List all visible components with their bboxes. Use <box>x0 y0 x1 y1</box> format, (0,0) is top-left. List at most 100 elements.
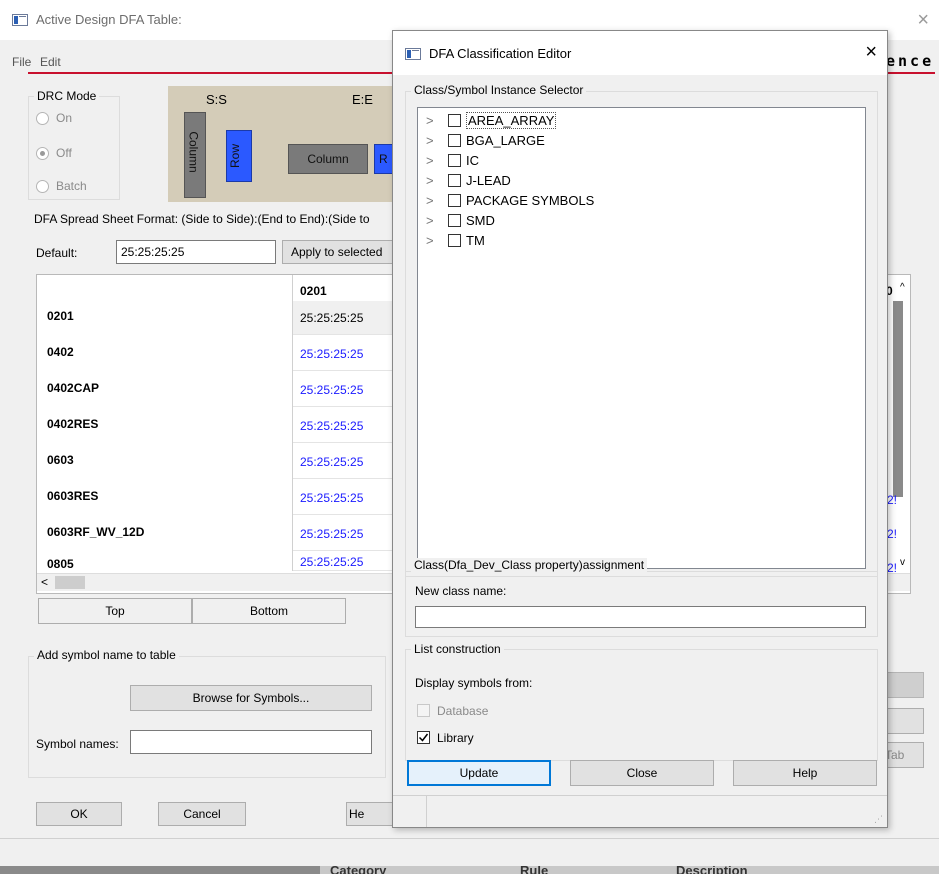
tree-item-ic[interactable]: > IC <box>426 150 479 170</box>
tree-item-bga-large[interactable]: > BGA_LARGE <box>426 130 545 150</box>
drc-batch-radio[interactable] <box>36 180 49 193</box>
help-button-partial[interactable]: He <box>346 802 396 826</box>
table-cell[interactable]: 25:25:25:25 <box>293 373 403 407</box>
tree-checkbox[interactable] <box>448 113 461 127</box>
tree-checkbox[interactable] <box>448 133 461 147</box>
class-symbol-tree: > AREA_ARRAY > BGA_LARGE > IC > J-LEAD > PACK… <box>417 107 866 569</box>
menu-file[interactable]: File <box>12 55 31 69</box>
library-label: Library <box>437 731 474 745</box>
main-close-icon[interactable]: × <box>917 9 929 32</box>
drc-on-radio[interactable] <box>36 112 49 125</box>
row-label-0402[interactable]: 0402 <box>47 345 74 359</box>
brand-logo-text: ence <box>886 52 935 70</box>
expand-chevron-icon[interactable]: > <box>426 213 440 228</box>
apply-to-selected-button[interactable]: Apply to selected <box>282 240 394 264</box>
spreadsheet-format-label: DFA Spread Sheet Format: (Side to Side):… <box>34 212 370 226</box>
tree-checkbox[interactable] <box>448 153 461 167</box>
tab-bottom[interactable]: Bottom <box>192 598 346 624</box>
default-spacing-input[interactable] <box>116 240 276 264</box>
preview-row-block: Row <box>226 130 252 182</box>
expand-chevron-icon[interactable]: > <box>426 133 440 148</box>
rules-header-strip: Category Rule Description <box>0 866 939 874</box>
table-cell[interactable]: 25:25:25:25 <box>293 301 403 335</box>
add-symbol-label: Add symbol name to table <box>34 648 179 662</box>
tree-checkbox[interactable] <box>448 233 461 247</box>
scroll-left-icon[interactable]: < <box>41 575 48 589</box>
row-label-0805[interactable]: 0805 <box>47 557 74 571</box>
spacing-preview-panel: S:S E:E Column Row Column R <box>168 86 394 202</box>
preview-column-block: Column <box>184 112 206 198</box>
new-class-label: New class name: <box>415 584 507 598</box>
symbol-names-label: Symbol names: <box>36 737 119 751</box>
column-header-0201: 0201 <box>300 284 327 298</box>
main-window-title: Active Design DFA Table: <box>36 12 182 27</box>
row-label-0402cap[interactable]: 0402CAP <box>47 381 99 395</box>
preview-column-label: Column <box>186 131 201 173</box>
dialog-title-bar: DFA Classification Editor × <box>393 31 887 75</box>
table-scroll-down-icon[interactable]: v <box>900 557 905 568</box>
tree-item-area-array[interactable]: > AREA_ARRAY <box>426 110 557 130</box>
category-header: Category <box>330 866 387 874</box>
table-cell[interactable]: 25:25:25:25 <box>293 553 403 571</box>
resize-grip-icon[interactable]: ⋰ <box>874 814 883 825</box>
symbol-names-input[interactable] <box>130 730 372 754</box>
checkmark-icon <box>418 733 429 742</box>
expand-chevron-icon[interactable]: > <box>426 113 440 128</box>
table-cell[interactable]: 25:25:25:25 <box>293 445 403 479</box>
row-label-0201[interactable]: 0201 <box>47 309 74 323</box>
assignment-label: Class(Dfa_Dev_Class property)assignment <box>411 558 648 572</box>
drc-batch-label: Batch <box>56 179 87 193</box>
table-cell[interactable]: 25:25:25:25 <box>293 409 403 443</box>
drc-off-label: Off <box>56 146 72 160</box>
tree-item-j-lead[interactable]: > J-LEAD <box>426 170 511 190</box>
table-scroll-up-icon[interactable]: ^ <box>900 282 905 293</box>
new-class-name-input[interactable] <box>415 606 866 628</box>
ok-button[interactable]: OK <box>36 802 122 826</box>
dfa-classification-editor-dialog: DFA Classification Editor × Class/Symbol… <box>392 30 888 828</box>
scroll-thumb[interactable] <box>55 576 85 589</box>
browse-symbols-button[interactable]: Browse for Symbols... <box>130 685 372 711</box>
preview-ee-label: E:E <box>352 92 373 107</box>
drc-off-radio[interactable] <box>36 147 49 160</box>
table-column-highlight <box>893 301 903 497</box>
close-button[interactable]: Close <box>570 760 714 786</box>
cancel-button[interactable]: Cancel <box>158 802 246 826</box>
preview-column2-block: Column <box>288 144 368 174</box>
rule-header: Rule <box>520 866 549 874</box>
table-cell[interactable]: 25:25:25:25 <box>293 517 403 551</box>
table-cell[interactable]: 25:25:25:25 <box>293 337 403 371</box>
drc-on-label: On <box>56 111 73 125</box>
library-checkbox[interactable] <box>417 731 430 744</box>
tab-top[interactable]: Top <box>38 598 192 624</box>
tree-checkbox[interactable] <box>448 173 461 187</box>
preview-ss-label: S:S <box>206 92 227 107</box>
dialog-close-icon[interactable]: × <box>865 41 877 64</box>
tree-item-smd[interactable]: > SMD <box>426 210 495 230</box>
dialog-status-bar: ⋰ <box>393 795 887 827</box>
expand-chevron-icon[interactable]: > <box>426 153 440 168</box>
expand-chevron-icon[interactable]: > <box>426 193 440 208</box>
database-checkbox[interactable] <box>417 704 430 717</box>
selector-label: Class/Symbol Instance Selector <box>411 83 587 97</box>
menu-edit[interactable]: Edit <box>40 55 61 69</box>
tree-checkbox[interactable] <box>448 213 461 227</box>
tree-item-package-symbols[interactable]: > PACKAGE SYMBOLS <box>426 190 594 210</box>
add-symbol-group <box>28 656 386 778</box>
preview-row2-block: R <box>374 144 394 174</box>
dialog-title: DFA Classification Editor <box>429 46 572 61</box>
description-header: Description <box>676 866 748 874</box>
preview-row-label: Row <box>228 143 243 169</box>
table-cell[interactable]: 25:25:25:25 <box>293 481 403 515</box>
expand-chevron-icon[interactable]: > <box>426 173 440 188</box>
row-label-0402res[interactable]: 0402RES <box>47 417 98 431</box>
row-label-0603[interactable]: 0603 <box>47 453 74 467</box>
default-label: Default: <box>36 246 78 260</box>
tree-item-tm[interactable]: > TM <box>426 230 485 250</box>
update-button[interactable]: Update <box>407 760 551 786</box>
tree-checkbox[interactable] <box>448 193 461 207</box>
row-label-0603rf-wv-12d[interactable]: 0603RF_WV_12D <box>47 525 144 539</box>
row-label-0603res[interactable]: 0603RES <box>47 489 98 503</box>
expand-chevron-icon[interactable]: > <box>426 233 440 248</box>
database-label: Database <box>437 704 489 718</box>
help-button[interactable]: Help <box>733 760 877 786</box>
